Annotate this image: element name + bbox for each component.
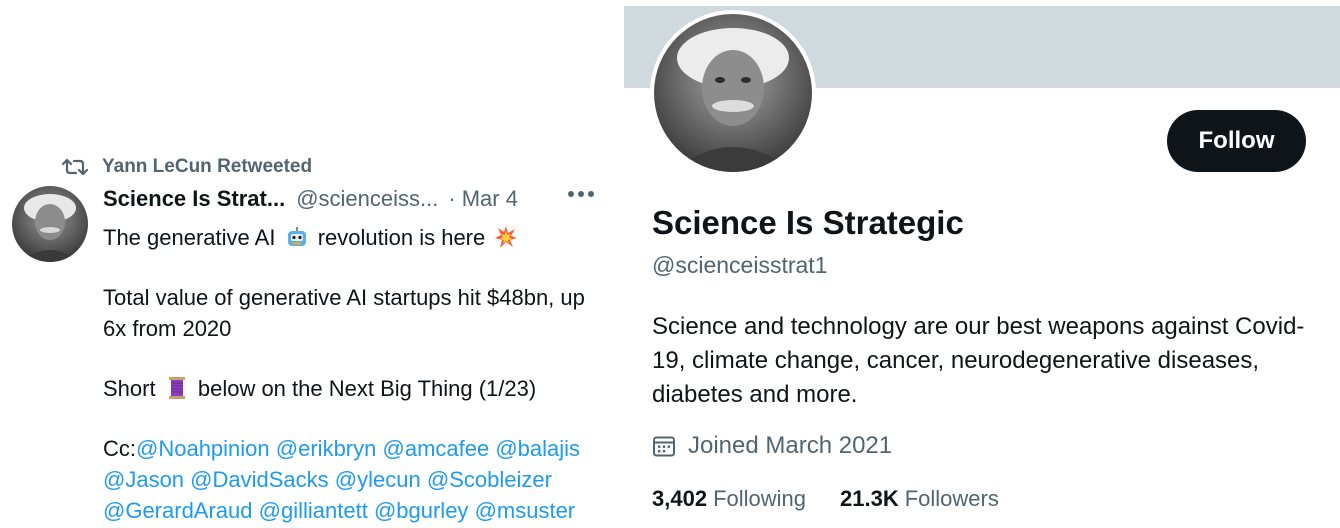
- mention-link[interactable]: @bgurley: [374, 498, 469, 523]
- author-handle[interactable]: @scienceiss...: [296, 186, 438, 212]
- mention-link[interactable]: @erikbryn: [276, 436, 377, 461]
- thread-spool-emoji: [168, 377, 185, 399]
- tweet-header: Science Is Strat... @scienceiss... · Mar…: [103, 186, 518, 212]
- author-avatar[interactable]: [12, 186, 88, 262]
- tweet-line-1b: revolution is here: [317, 225, 486, 250]
- robot-emoji: [287, 227, 306, 246]
- mention-link[interactable]: @msuster: [475, 498, 576, 523]
- mention-link[interactable]: @Noahpinion: [136, 436, 270, 461]
- mention-link[interactable]: @gilliantett: [259, 498, 368, 523]
- profile-avatar[interactable]: [650, 10, 816, 176]
- followers-label: Followers: [904, 486, 999, 511]
- calendar-icon: [653, 436, 675, 457]
- tweet-paragraph-2: Total value of generative AI startups hi…: [103, 285, 585, 341]
- profile-stats: 3,402 Following 21.3K Followers: [652, 486, 999, 512]
- mention-link[interactable]: @ylecun: [335, 467, 421, 492]
- following-count: 3,402: [652, 486, 708, 511]
- retweet-indicator[interactable]: Yann LeCun Retweeted: [62, 156, 312, 178]
- followers-link[interactable]: 21.3K Followers: [840, 486, 999, 512]
- mention-link[interactable]: @balajis: [495, 436, 580, 461]
- mention-link[interactable]: @DavidSacks: [190, 467, 329, 492]
- retweet-icon: [62, 158, 88, 176]
- following-link[interactable]: 3,402 Following: [652, 486, 806, 512]
- profile-display-name: Science Is Strategic: [652, 204, 964, 241]
- profile-handle: @scienceisstrat1: [652, 252, 828, 278]
- following-label: Following: [713, 486, 806, 511]
- tweet-line-1a: The generative AI: [103, 225, 276, 250]
- collision-emoji: [495, 226, 518, 248]
- joined-label: Joined March 2021: [688, 432, 893, 459]
- more-icon[interactable]: [568, 191, 594, 197]
- author-name[interactable]: Science Is Strat...: [103, 186, 285, 212]
- mention-link[interactable]: @amcafee: [383, 436, 490, 461]
- tweet-text: The generative AI revolution is here Tot…: [103, 222, 603, 526]
- tweet-line-3a: Short: [103, 376, 156, 401]
- header-separator: ·: [448, 186, 456, 211]
- followers-count: 21.3K: [840, 486, 899, 511]
- mention-link[interactable]: @Jason: [103, 467, 184, 492]
- cc-prefix: Cc:: [103, 436, 136, 461]
- profile-bio: Science and technology are our best weap…: [652, 313, 1305, 408]
- profile-card: Follow Science Is Strategic @scienceisst…: [624, 0, 1340, 528]
- tweet[interactable]: Yann LeCun Retweeted Science Is Strat...…: [0, 0, 610, 528]
- retweet-label[interactable]: Yann LeCun Retweeted: [102, 156, 312, 178]
- tweet-date[interactable]: Mar 4: [462, 186, 518, 212]
- mention-link[interactable]: @GerardAraud: [103, 498, 253, 523]
- follow-button[interactable]: Follow: [1167, 110, 1306, 172]
- tweet-mentions: Cc:@Noahpinion @erikbryn @amcafee @balaj…: [103, 433, 603, 526]
- joined-date: Joined March 2021: [652, 432, 892, 460]
- tweet-line-3b: below on the Next Big Thing (1/23): [197, 376, 537, 401]
- mention-link[interactable]: @Scobleizer: [427, 467, 552, 492]
